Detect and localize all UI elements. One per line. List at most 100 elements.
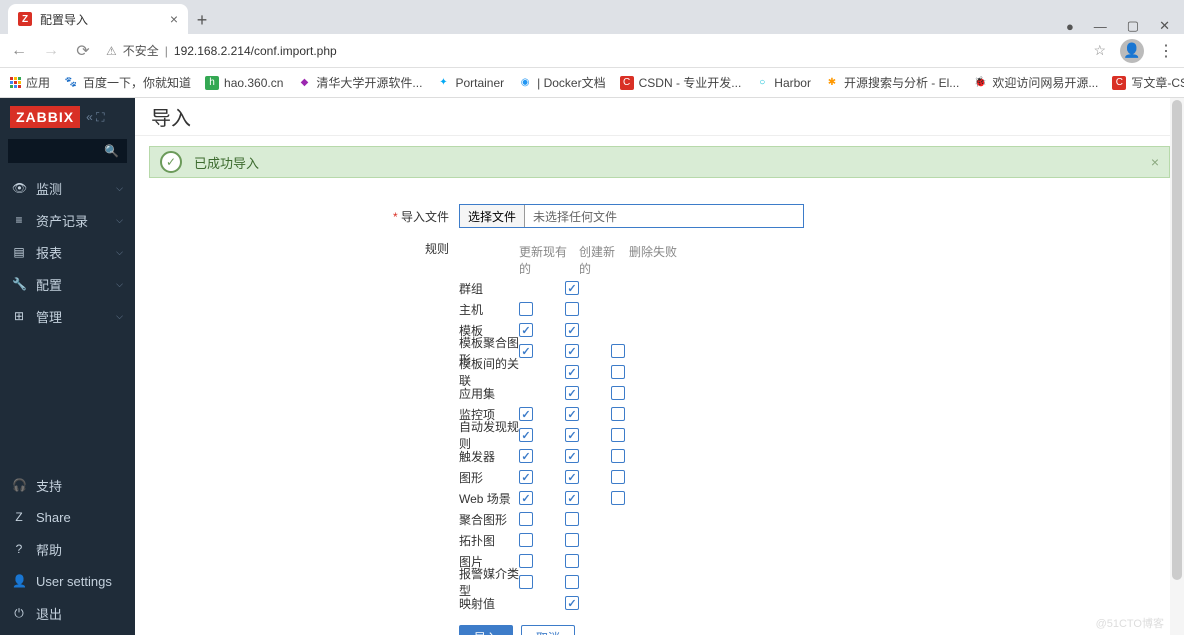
bookmark-item[interactable]: ✦Portainer [436,76,504,90]
rule-name: 群组 [149,280,519,297]
import-file-label: 导入文件 [149,204,459,225]
file-name-text: 未选择任何文件 [525,205,625,227]
import-button[interactable]: 导入 [459,625,513,635]
bookmark-item[interactable]: 🐞欢迎访问网易开源... [973,74,1098,91]
checkbox[interactable] [519,512,533,526]
close-message-icon[interactable]: × [1151,154,1159,170]
forward-button[interactable]: → [42,42,60,60]
checkbox[interactable] [565,302,579,316]
nav-label: Share [36,510,71,525]
checkbox[interactable] [565,449,579,463]
nav-icon: Z [12,510,26,524]
success-text: 已成功导入 [194,153,259,172]
checkbox[interactable] [611,365,625,379]
scrollbar[interactable] [1170,98,1184,635]
sidebar-bottom-3[interactable]: 👤User settings [0,565,135,597]
checkbox[interactable] [565,575,579,589]
checkbox[interactable] [565,386,579,400]
nav-icon: ⊞ [12,309,26,323]
sidebar-bottom-2[interactable]: ?帮助 [0,533,135,565]
checkbox[interactable] [565,428,579,442]
collapse-sidebar-icon[interactable]: « ⛶ [86,110,104,125]
checkbox[interactable] [611,428,625,442]
new-tab-button[interactable]: + [188,6,216,34]
file-input[interactable]: 选择文件 未选择任何文件 [459,204,804,228]
watermark: @51CTO博客 [1096,615,1164,631]
url-input[interactable]: ⚠ 不安全 | 192.168.2.214/conf.import.php [106,42,1079,59]
nav-icon: ≡ [12,213,26,227]
bookmark-item[interactable]: C写文章-CSDN博客 [1112,74,1184,91]
sidebar-nav-2[interactable]: ▤报表⌵ [0,236,135,268]
checkbox[interactable] [565,491,579,505]
checkbox[interactable] [519,428,533,442]
checkbox[interactable] [565,365,579,379]
nav-icon: ⏻ [12,606,26,621]
bookmark-item[interactable]: hhao.360.cn [205,76,283,90]
sidebar-search[interactable]: 🔍 [8,139,127,163]
checkbox[interactable] [519,575,533,589]
bookmark-item[interactable]: ✱开源搜索与分析 - El... [825,74,959,91]
checkbox[interactable] [565,344,579,358]
rule-row: 模板间的关联 [149,362,1170,382]
checkbox[interactable] [611,449,625,463]
bookmark-item[interactable]: ◆清华大学开源软件... [297,74,422,91]
back-button[interactable]: ← [10,42,28,60]
checkbox[interactable] [611,491,625,505]
checkbox[interactable] [519,533,533,547]
bookmarks-bar: 应用 🐾百度一下，你就知道 hhao.360.cn ◆清华大学开源软件... ✦… [0,68,1184,98]
browser-menu-icon[interactable]: ⋮ [1158,41,1174,61]
checkbox[interactable] [565,512,579,526]
reload-button[interactable]: ⟳ [74,41,92,61]
rule-row: 映射值 [149,593,1170,613]
checkbox[interactable] [519,344,533,358]
sidebar-nav-3[interactable]: 🔧配置⌵ [0,268,135,300]
scroll-thumb[interactable] [1172,100,1182,580]
profile-avatar[interactable]: 👤 [1120,39,1144,63]
checkbox[interactable] [519,554,533,568]
sidebar-nav-4[interactable]: ⊞管理⌵ [0,300,135,332]
bookmark-item[interactable]: CCSDN - 专业开发... [620,74,742,91]
sidebar-nav-1[interactable]: ≡资产记录⌵ [0,204,135,236]
apps-shortcut[interactable]: 应用 [10,74,50,91]
cancel-button[interactable]: 取消 [521,625,575,635]
sidebar-bottom-1[interactable]: Z Share [0,501,135,533]
close-icon[interactable]: × [170,11,178,27]
checkbox[interactable] [611,407,625,421]
bookmark-item[interactable]: ◉| Docker文档 [518,74,605,91]
checkbox[interactable] [565,407,579,421]
harbor-icon: ○ [755,76,769,90]
browser-tab[interactable]: Z 配置导入 × [8,4,188,34]
bookmark-star-icon[interactable]: ☆ [1093,42,1106,59]
sidebar-nav-0[interactable]: 👁监测⌵ [0,172,135,204]
sidebar-bottom-0[interactable]: 🎧支持 [0,469,135,501]
minimize-icon[interactable]: — [1094,19,1107,34]
checkbox[interactable] [611,386,625,400]
close-window-icon[interactable]: ✕ [1159,18,1170,34]
circle-icon[interactable]: ● [1066,19,1074,34]
choose-file-button[interactable]: 选择文件 [460,205,525,227]
checkbox[interactable] [519,470,533,484]
bookmark-item[interactable]: ○Harbor [755,76,811,90]
sidebar-bottom-4[interactable]: ⏻退出 [0,597,135,629]
rule-row: 图形 [149,467,1170,487]
checkbox[interactable] [519,491,533,505]
checkbox[interactable] [565,281,579,295]
tsinghua-icon: ◆ [297,76,311,90]
checkbox[interactable] [565,470,579,484]
checkbox[interactable] [565,554,579,568]
nav-icon: 👁 [12,181,26,195]
checkbox[interactable] [565,596,579,610]
bookmark-item[interactable]: 🐾百度一下，你就知道 [64,74,191,91]
checkbox[interactable] [565,533,579,547]
maximize-icon[interactable]: ▢ [1127,18,1139,34]
checkbox[interactable] [611,344,625,358]
checkbox[interactable] [519,449,533,463]
checkbox[interactable] [565,323,579,337]
checkbox[interactable] [611,470,625,484]
checkbox[interactable] [519,323,533,337]
nav-label: 配置 [36,275,62,294]
checkbox[interactable] [519,302,533,316]
chevron-down-icon: ⌵ [116,247,123,258]
col-update: 更新现有的 [519,243,569,277]
checkbox[interactable] [519,407,533,421]
